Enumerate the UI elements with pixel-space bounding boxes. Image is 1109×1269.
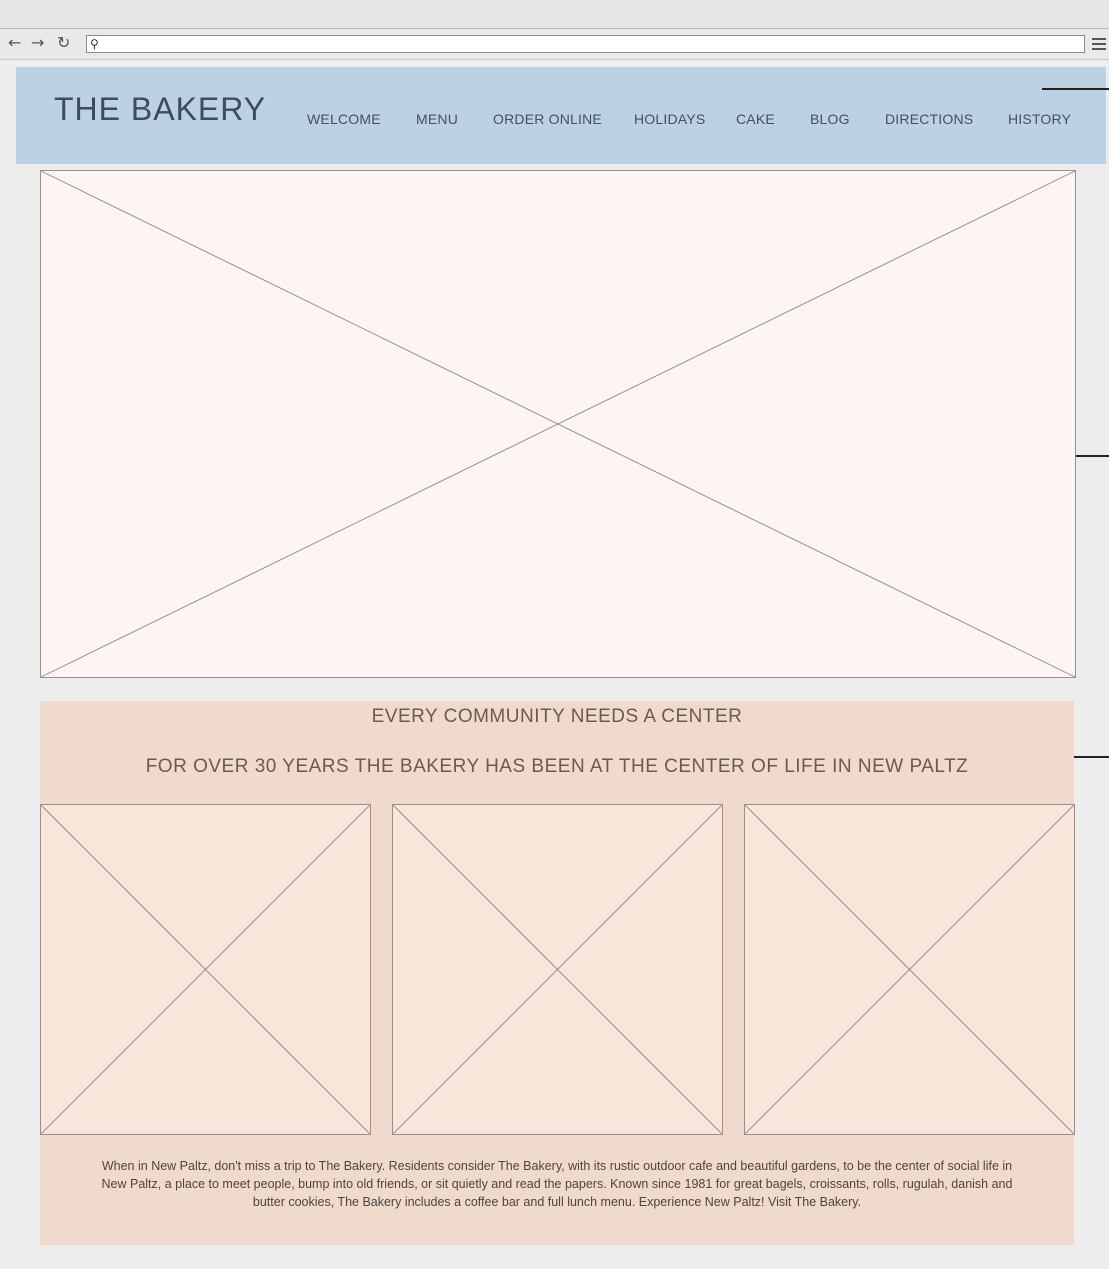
thumbnail-placeholder-3 [744, 804, 1075, 1135]
placeholder-cross-icon [393, 805, 722, 1134]
hero-image-placeholder [40, 170, 1076, 678]
address-input[interactable] [105, 36, 1075, 52]
placeholder-cross-icon [41, 805, 370, 1134]
forward-arrow-icon[interactable]: → [31, 34, 44, 52]
address-bar[interactable]: ⚲ [86, 35, 1085, 53]
nav-menu[interactable]: MENU [416, 111, 458, 127]
annotation-line-header [1042, 88, 1109, 90]
community-section: EVERY COMMUNITY NEEDS A CENTER FOR OVER … [40, 701, 1075, 1245]
browser-toolbar: ← → ↻ ⚲ [0, 29, 1109, 60]
search-icon: ⚲ [90, 37, 99, 51]
nav-directions[interactable]: DIRECTIONS [885, 111, 973, 127]
nav-blog[interactable]: BLOG [810, 111, 850, 127]
browser-title-bar [0, 0, 1109, 29]
nav-holidays[interactable]: HOLIDAYS [634, 111, 705, 127]
thumbnail-placeholder-2 [392, 804, 723, 1135]
nav-cake[interactable]: CAKE [736, 111, 775, 127]
reload-icon[interactable]: ↻ [57, 34, 70, 52]
nav-order-online[interactable]: ORDER ONLINE [493, 111, 602, 127]
site-logo[interactable]: THE BAKERY [54, 91, 266, 128]
thumbnail-placeholder-1 [40, 804, 371, 1135]
back-arrow-icon[interactable]: ← [8, 34, 21, 52]
section-heading: EVERY COMMUNITY NEEDS A CENTER [371, 706, 743, 727]
site-header: THE BAKERY WELCOME MENU ORDER ONLINE HOL… [16, 67, 1106, 164]
section-blurb: When in New Paltz, don't miss a trip to … [101, 1159, 1013, 1209]
page-viewport: THE BAKERY WELCOME MENU ORDER ONLINE HOL… [0, 60, 1109, 1269]
nav-history[interactable]: HISTORY [1008, 111, 1071, 127]
section-subheading: FOR OVER 30 YEARS THE BAKERY HAS BEEN AT… [145, 756, 969, 777]
hamburger-menu-icon[interactable] [1092, 38, 1106, 53]
placeholder-cross-icon [41, 171, 1075, 677]
nav-welcome[interactable]: WELCOME [307, 111, 381, 127]
placeholder-cross-icon [745, 805, 1074, 1134]
